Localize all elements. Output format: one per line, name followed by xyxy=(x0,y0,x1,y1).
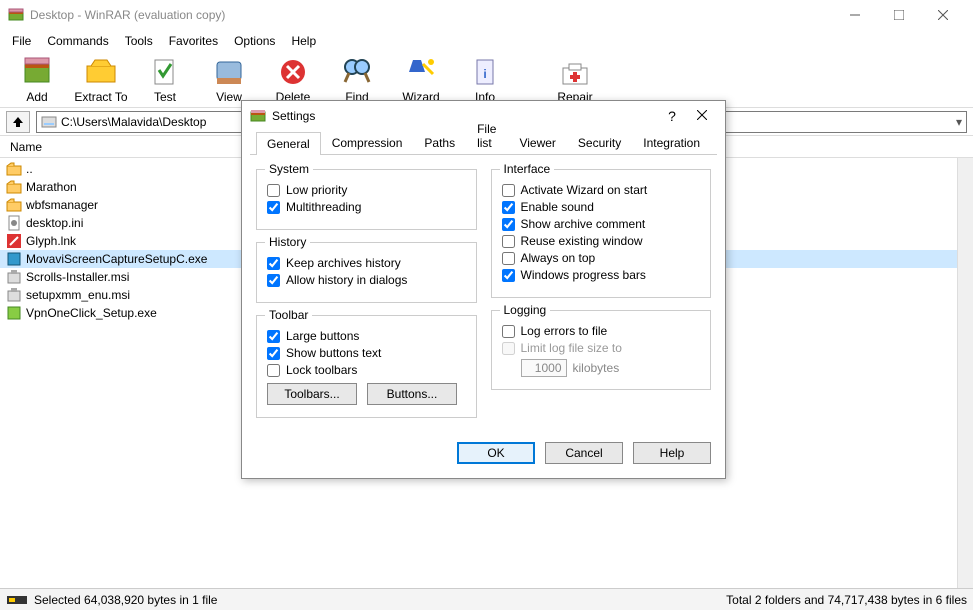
folder-icon xyxy=(6,197,22,213)
menu-favorites[interactable]: Favorites xyxy=(161,32,226,50)
menu-tools[interactable]: Tools xyxy=(117,32,161,50)
menu-file[interactable]: File xyxy=(4,32,39,50)
column-name[interactable]: Name xyxy=(6,138,46,156)
tab-security[interactable]: Security xyxy=(567,131,632,154)
group-logging: Logging Log errors to file Limit log fil… xyxy=(491,310,712,390)
scrollbar[interactable] xyxy=(957,158,973,588)
dialog-title: Settings xyxy=(272,109,657,123)
buttons-button[interactable]: Buttons... xyxy=(367,383,457,405)
cancel-button[interactable]: Cancel xyxy=(545,442,623,464)
extract-icon xyxy=(85,56,117,88)
menu-help[interactable]: Help xyxy=(283,32,324,50)
drive-icon xyxy=(41,114,57,130)
repair-icon xyxy=(559,56,591,88)
find-icon xyxy=(341,56,373,88)
help-button[interactable]: Help xyxy=(633,442,711,464)
shortcut-icon xyxy=(6,233,22,249)
status-icon xyxy=(6,593,28,607)
extract-button[interactable]: Extract To xyxy=(72,56,130,104)
tab-viewer[interactable]: Viewer xyxy=(508,131,566,154)
folder-icon xyxy=(6,179,22,195)
winrar-icon xyxy=(8,7,24,23)
delete-icon xyxy=(277,56,309,88)
test-button[interactable]: Test xyxy=(136,56,194,104)
dialog-body: System Low priority Multithreading Histo… xyxy=(242,155,725,432)
up-button[interactable] xyxy=(6,111,30,133)
status-left: Selected 64,038,920 bytes in 1 file xyxy=(34,593,217,607)
group-toolbar: Toolbar Large buttons Show buttons text … xyxy=(256,315,477,418)
dialog-help-button[interactable]: ? xyxy=(657,108,687,124)
exe-icon xyxy=(6,305,22,321)
chevron-down-icon[interactable]: ▾ xyxy=(956,115,962,129)
find-button[interactable]: Find xyxy=(328,56,386,104)
msi-icon xyxy=(6,287,22,303)
titlebar: Desktop - WinRAR (evaluation copy) xyxy=(0,0,973,30)
checkbox-limit-log-size: Limit log file size to xyxy=(502,341,701,355)
status-right: Total 2 folders and 74,717,438 bytes in … xyxy=(726,593,967,607)
folder-up-icon xyxy=(6,161,22,177)
checkbox-show-buttons-text[interactable]: Show buttons text xyxy=(267,346,466,360)
view-button[interactable]: View xyxy=(200,56,258,104)
checkbox-show-comment[interactable]: Show archive comment xyxy=(502,217,701,231)
status-bar: Selected 64,038,920 bytes in 1 file Tota… xyxy=(0,588,973,610)
checkbox-log-errors[interactable]: Log errors to file xyxy=(502,324,701,338)
exe-icon xyxy=(6,251,22,267)
dialog-footer: OK Cancel Help xyxy=(242,432,725,478)
winrar-icon xyxy=(250,108,266,124)
tab-general[interactable]: General xyxy=(256,132,321,155)
toolbars-button[interactable]: Toolbars... xyxy=(267,383,357,405)
group-history: History Keep archives history Allow hist… xyxy=(256,242,477,303)
checkbox-multithreading[interactable]: Multithreading xyxy=(267,200,466,214)
checkbox-always-on-top[interactable]: Always on top xyxy=(502,251,701,265)
wizard-icon xyxy=(405,56,437,88)
ok-button[interactable]: OK xyxy=(457,442,535,464)
info-icon: i xyxy=(469,56,501,88)
minimize-button[interactable] xyxy=(833,0,877,30)
checkbox-enable-sound[interactable]: Enable sound xyxy=(502,200,701,214)
up-arrow-icon xyxy=(11,115,25,129)
settings-dialog: Settings ? General Compression Paths Fil… xyxy=(241,100,726,479)
view-icon xyxy=(213,56,245,88)
window-title: Desktop - WinRAR (evaluation copy) xyxy=(30,8,833,22)
svg-text:i: i xyxy=(483,67,486,81)
checkbox-lock-toolbars[interactable]: Lock toolbars xyxy=(267,363,466,377)
maximize-button[interactable] xyxy=(877,0,921,30)
group-interface: Interface Activate Wizard on start Enabl… xyxy=(491,169,712,298)
info-button[interactable]: iInfo xyxy=(456,56,514,104)
tab-compression[interactable]: Compression xyxy=(321,131,414,154)
wizard-button[interactable]: Wizard xyxy=(392,56,450,104)
address-path: C:\Users\Malavida\Desktop xyxy=(61,115,206,129)
log-size-input xyxy=(521,359,567,377)
dialog-tabs: General Compression Paths File list View… xyxy=(250,131,717,155)
add-button[interactable]: Add xyxy=(8,56,66,104)
dialog-close-button[interactable] xyxy=(687,109,717,123)
close-button[interactable] xyxy=(921,0,965,30)
checkbox-progress-bars[interactable]: Windows progress bars xyxy=(502,268,701,282)
menu-commands[interactable]: Commands xyxy=(39,32,116,50)
tab-paths[interactable]: Paths xyxy=(413,131,466,154)
delete-button[interactable]: Delete xyxy=(264,56,322,104)
repair-button[interactable]: Repair xyxy=(546,56,604,104)
msi-icon xyxy=(6,269,22,285)
tab-filelist[interactable]: File list xyxy=(466,117,508,154)
checkbox-activate-wizard[interactable]: Activate Wizard on start xyxy=(502,183,701,197)
add-icon xyxy=(21,56,53,88)
checkbox-keep-history[interactable]: Keep archives history xyxy=(267,256,466,270)
checkbox-low-priority[interactable]: Low priority xyxy=(267,183,466,197)
checkbox-reuse-window[interactable]: Reuse existing window xyxy=(502,234,701,248)
log-size-unit: kilobytes xyxy=(573,361,620,375)
test-icon xyxy=(149,56,181,88)
ini-icon xyxy=(6,215,22,231)
group-system: System Low priority Multithreading xyxy=(256,169,477,230)
menubar: File Commands Tools Favorites Options He… xyxy=(0,30,973,52)
menu-options[interactable]: Options xyxy=(226,32,283,50)
checkbox-large-buttons[interactable]: Large buttons xyxy=(267,329,466,343)
tab-integration[interactable]: Integration xyxy=(632,131,711,154)
checkbox-allow-history-dialogs[interactable]: Allow history in dialogs xyxy=(267,273,466,287)
